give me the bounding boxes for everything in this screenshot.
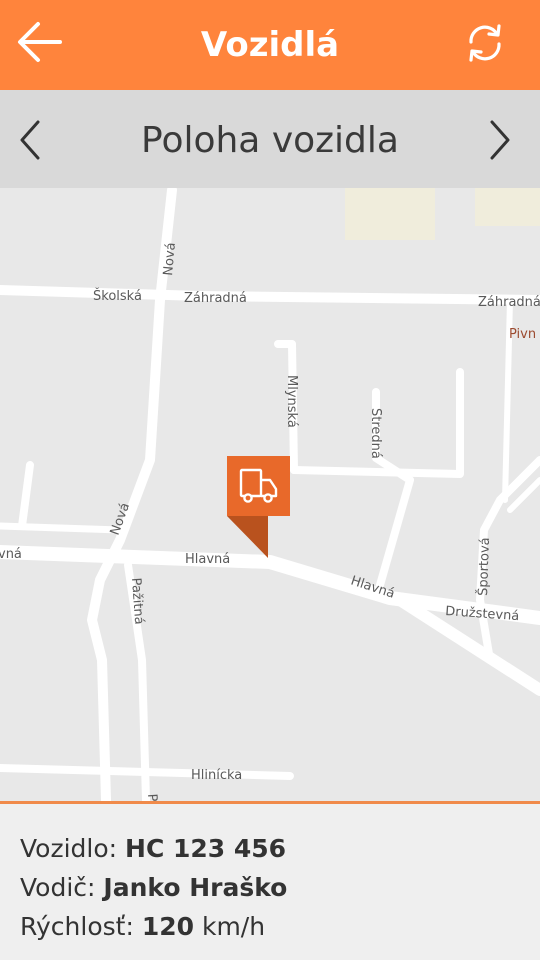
driver-label: Vodič: <box>20 873 104 902</box>
chevron-right-icon[interactable] <box>482 118 518 162</box>
street-label: Nová <box>161 242 179 277</box>
section-title: Poloha vozidla <box>141 120 399 161</box>
vehicle-info-panel: Vozidlo: HC 123 456 Vodič: Janko Hraško … <box>0 804 540 960</box>
vehicle-row: Vozidlo: HC 123 456 <box>20 834 286 863</box>
speed-label: Rýchlosť: <box>20 912 142 941</box>
vehicle-navigation-bar: Poloha vozidla <box>0 90 540 188</box>
street-label: Športová <box>475 537 493 596</box>
map-canvas[interactable]: Nová Školská Záhradná Záhradná Pivn Mlyn… <box>0 188 540 802</box>
street-label: Záhradná <box>478 295 540 310</box>
street-label: Hlavná <box>185 552 230 567</box>
street-label: Hlinícka <box>191 768 242 783</box>
refresh-icon[interactable] <box>460 18 510 68</box>
street-label: Školská <box>93 288 142 304</box>
map-view[interactable]: Nová Školská Záhradná Záhradná Pivn Mlyn… <box>0 188 540 802</box>
street-label: Stredná <box>368 408 383 459</box>
app-bar: Vozidlá <box>0 0 540 90</box>
street-label: Mlynská <box>284 375 299 428</box>
speed-unit: km/h <box>194 912 266 941</box>
vehicle-value: HC 123 456 <box>125 834 287 863</box>
map-building <box>475 188 540 226</box>
street-label: Záhradná <box>184 291 247 306</box>
page-title: Vozidlá <box>200 25 340 65</box>
map-building <box>345 188 435 240</box>
speed-value: 120 <box>141 912 195 941</box>
street-label: Pažitná <box>128 577 146 625</box>
vehicle-marker[interactable] <box>227 456 290 558</box>
driver-value: Janko Hraško <box>103 873 288 902</box>
poi-label: Pivn <box>509 327 536 342</box>
speed-row: Rýchlosť: 120 km/h <box>20 912 265 941</box>
street-label: vná <box>0 547 22 562</box>
vehicle-label: Vozidlo: <box>20 834 126 863</box>
driver-row: Vodič: Janko Hraško <box>20 873 287 902</box>
